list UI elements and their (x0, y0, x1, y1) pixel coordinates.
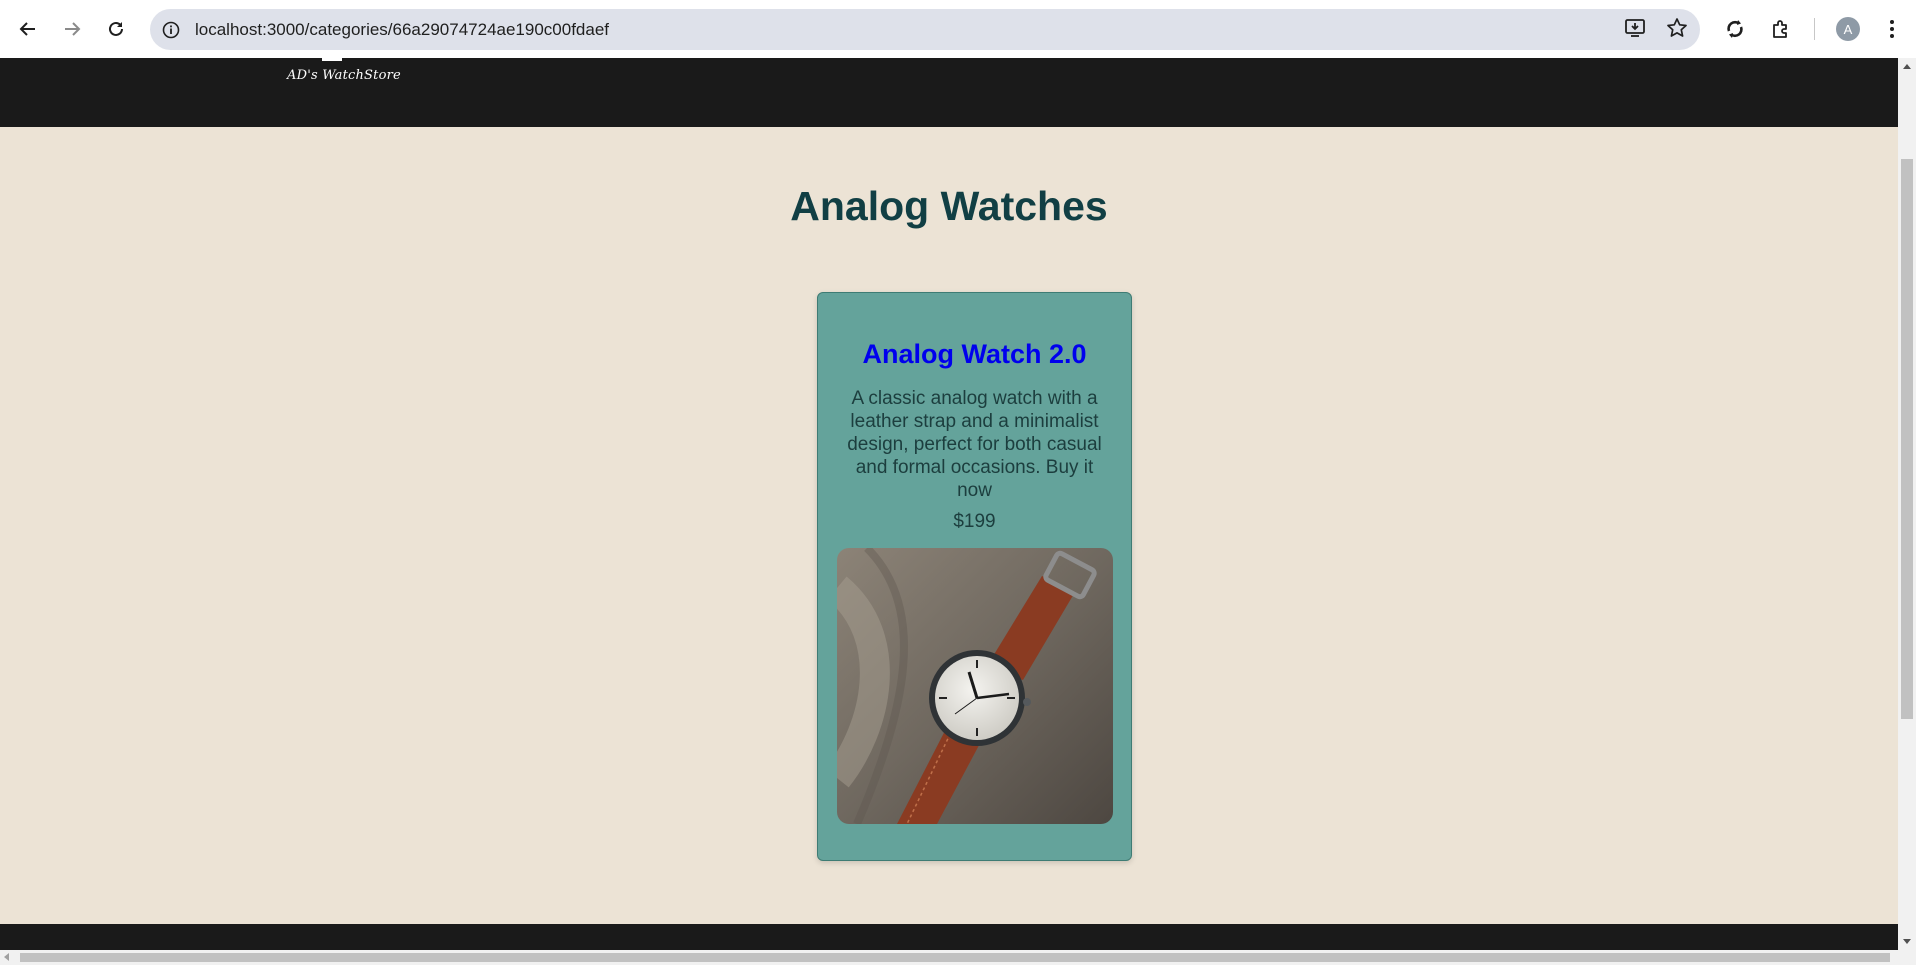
horizontal-scrollbar[interactable] (0, 950, 1916, 965)
scroll-up-icon[interactable] (1903, 64, 1911, 69)
horizontal-scroll-thumb[interactable] (20, 953, 1890, 962)
profile-button[interactable]: A (1828, 9, 1868, 49)
product-price: $199 (953, 511, 996, 532)
address-bar[interactable]: localhost:3000/categories/66a29074724ae1… (150, 9, 1700, 50)
page-title: Analog Watches (790, 183, 1108, 229)
site-logo[interactable]: AD's WatchStore (287, 68, 401, 83)
url-text[interactable]: localhost:3000/categories/66a29074724ae1… (195, 20, 609, 40)
toolbar-divider (1814, 18, 1815, 40)
back-arrow-icon (19, 22, 35, 36)
main-content: Analog Watches Analog Watch 2.0 A classi… (0, 127, 1898, 924)
reload-icon (109, 21, 123, 36)
more-menu-button[interactable] (1872, 9, 1912, 49)
product-card: Analog Watch 2.0 A classic analog watch … (817, 292, 1132, 861)
extensions-icon (1773, 20, 1787, 38)
profile-avatar: A (1836, 17, 1860, 41)
site-info-icon[interactable] (159, 18, 183, 42)
product-title-link[interactable]: Analog Watch 2.0 (818, 339, 1131, 370)
scroll-left-icon[interactable] (4, 953, 9, 961)
sync-icon (1727, 20, 1743, 38)
install-app-icon[interactable] (1624, 17, 1646, 44)
logo-mark (322, 58, 342, 61)
sync-button[interactable] (1715, 9, 1755, 49)
vertical-scroll-thumb[interactable] (1901, 159, 1913, 719)
forward-arrow-icon (65, 22, 81, 36)
vertical-scrollbar[interactable] (1898, 58, 1916, 950)
forward-button[interactable] (52, 9, 92, 49)
reload-button[interactable] (96, 9, 136, 49)
scroll-down-icon[interactable] (1903, 939, 1911, 944)
extensions-button[interactable] (1761, 9, 1801, 49)
product-image[interactable] (837, 548, 1113, 824)
site-footer (0, 924, 1898, 950)
site-header: AD's WatchStore (0, 58, 1898, 127)
bookmark-star-icon[interactable] (1666, 17, 1688, 44)
product-description: A classic analog watch with a leather st… (847, 388, 1102, 501)
browser-toolbar: localhost:3000/categories/66a29074724ae1… (0, 0, 1916, 58)
more-menu-icon (1890, 20, 1894, 38)
back-button[interactable] (8, 9, 48, 49)
